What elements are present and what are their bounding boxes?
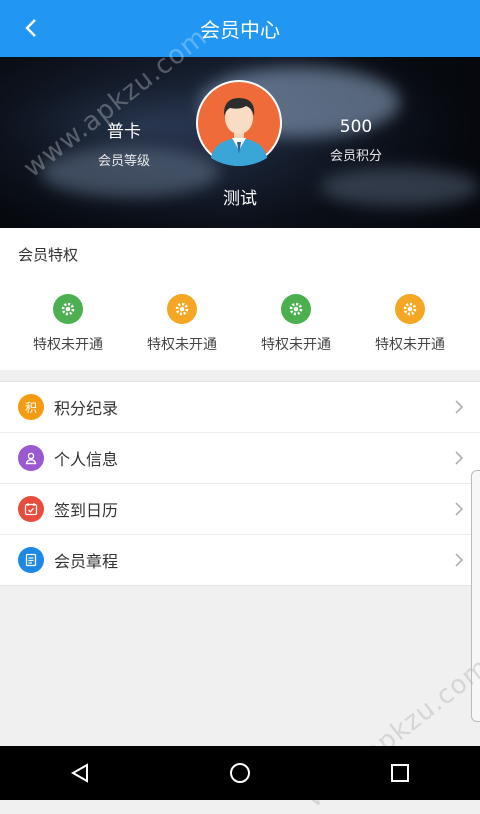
avatar[interactable] xyxy=(196,80,282,166)
chevron-left-icon xyxy=(25,19,36,37)
page-title: 会员中心 xyxy=(200,18,280,42)
username: 测试 xyxy=(223,189,257,209)
privilege-label: 特权未开通 xyxy=(375,337,445,353)
circle-home-icon xyxy=(230,763,250,783)
menu-item-label: 会员章程 xyxy=(54,552,119,571)
gear-icon xyxy=(53,294,83,324)
chevron-right-icon xyxy=(455,400,464,414)
privilege-item[interactable]: 特权未开通 xyxy=(11,294,125,354)
privilege-label: 特权未开通 xyxy=(147,337,217,353)
menu-item-label: 积分纪录 xyxy=(54,399,119,418)
menu-item-personal-info[interactable]: 个人信息 xyxy=(0,433,480,484)
gear-icon xyxy=(167,294,197,324)
chevron-right-icon xyxy=(455,451,464,465)
menu-item-label: 个人信息 xyxy=(54,450,119,469)
system-nav-bar xyxy=(0,746,480,800)
nav-back-button[interactable] xyxy=(50,753,110,793)
privilege-item[interactable]: 特权未开通 xyxy=(125,294,239,354)
user-icon xyxy=(18,445,44,471)
points-icon-text: 积 xyxy=(24,400,37,415)
square-recents-icon xyxy=(391,764,409,782)
back-button[interactable] xyxy=(14,10,48,46)
member-points-value: 500 xyxy=(339,117,373,137)
chevron-right-icon xyxy=(455,502,464,516)
calendar-icon xyxy=(18,496,44,522)
gear-icon xyxy=(395,294,425,324)
privileges-title: 会员特权 xyxy=(18,246,79,264)
member-points: 500 会员积分 xyxy=(286,117,426,164)
points-icon: 积 xyxy=(18,394,44,420)
nav-recents-button[interactable] xyxy=(370,753,430,793)
chevron-right-icon xyxy=(455,553,464,567)
privilege-label: 特权未开通 xyxy=(261,337,331,353)
gear-icon xyxy=(281,294,311,324)
triangle-back-icon xyxy=(70,763,88,783)
menu-item-checkin-calendar[interactable]: 签到日历 xyxy=(0,484,480,535)
menu-item-points-record[interactable]: 积 积分纪录 xyxy=(0,382,480,433)
menu-list: 积 积分纪录 个人信息 签到日历 会员章程 xyxy=(0,381,480,586)
top-bar: 会员中心 xyxy=(0,0,480,57)
privilege-item[interactable]: 特权未开通 xyxy=(353,294,467,354)
avatar-icon xyxy=(198,82,280,166)
document-icon xyxy=(18,547,44,573)
menu-item-membership-rules[interactable]: 会员章程 xyxy=(0,535,480,585)
menu-item-label: 签到日历 xyxy=(54,501,119,520)
privileges-section: 会员特权 特权未开通 特权未开通 特权未开通 特权未开通 xyxy=(0,228,480,370)
privilege-item[interactable]: 特权未开通 xyxy=(239,294,353,354)
privilege-label: 特权未开通 xyxy=(33,337,103,353)
member-points-label: 会员积分 xyxy=(329,149,382,164)
nav-home-button[interactable] xyxy=(210,753,270,793)
